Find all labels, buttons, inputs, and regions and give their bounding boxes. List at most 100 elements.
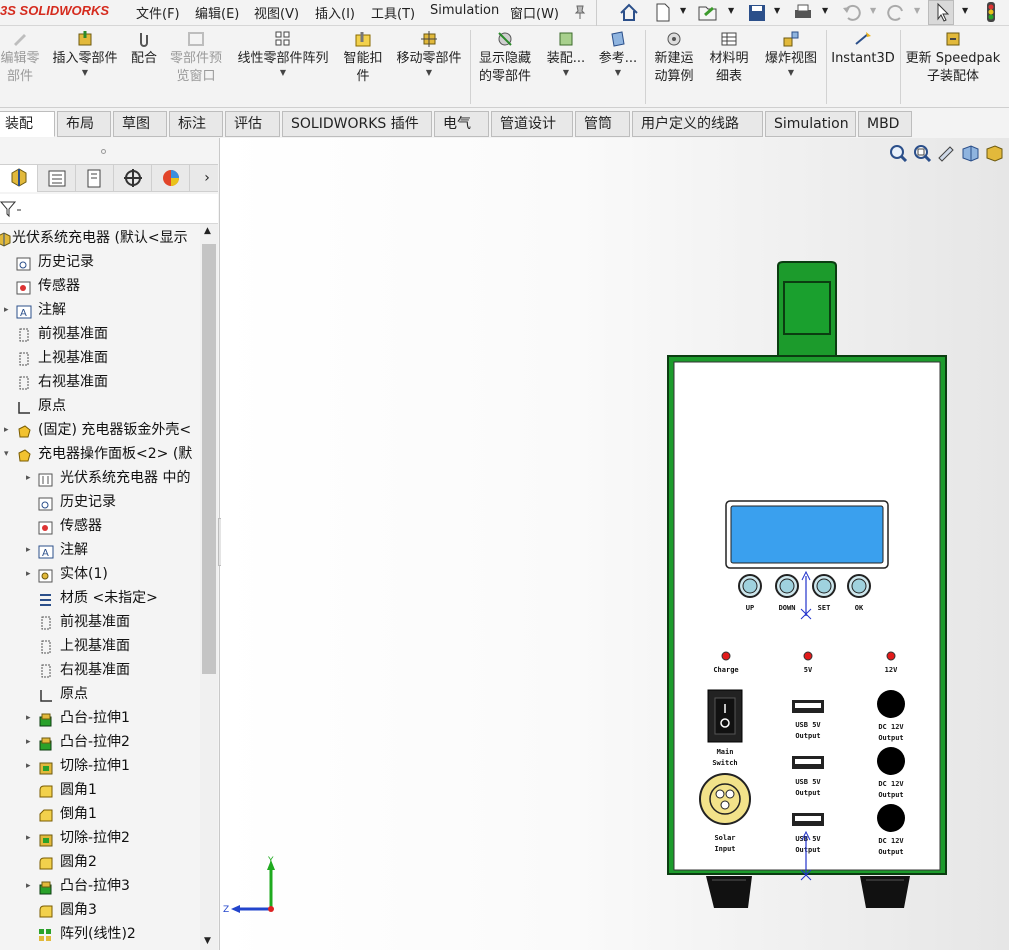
bill-of-materials-button[interactable]: 材料明 细表 [704,30,754,86]
tree-item[interactable]: ▸ A 注解 [0,298,200,322]
expand-chevron-icon[interactable]: ▸ [26,466,31,490]
expand-chevron-icon[interactable]: ▸ [26,730,31,754]
expand-chevron-icon[interactable]: ▸ [26,754,31,778]
open-icon[interactable] [696,2,720,22]
tree-item[interactable]: ▸ 实体(1) [0,562,200,586]
tab-sketch[interactable]: 草图 [113,111,167,137]
move-component-dropdown-icon[interactable]: ▼ [392,68,466,78]
menu-insert[interactable]: 插入(I) [315,3,355,22]
rebuild-traffic-light-icon[interactable] [982,0,1000,24]
expand-chevron-icon[interactable]: ▸ [26,706,31,730]
move-component-button[interactable]: 移动零部件 ▼ [392,30,466,78]
mate-button[interactable]: 配合 [128,30,160,68]
menu-edit[interactable]: 编辑(E) [195,3,239,22]
tab-tubing[interactable]: 管筒 [575,111,630,137]
solidworks-logo[interactable]: 3S SOLIDWORKS [0,3,109,18]
scroll-down-icon[interactable]: ▼ [204,936,211,946]
reference-geometry-button[interactable]: 参考... ▼ [596,30,640,78]
open-dropdown-icon[interactable]: ▼ [728,6,734,15]
undo-icon[interactable] [840,2,862,22]
charger-model[interactable]: UP DOWN SET OK Charge 5V 12V Main Switch… [660,258,960,918]
tree-item[interactable]: 材质 <未指定> [0,586,200,610]
tabs-more-chevron-icon[interactable]: › [196,165,218,192]
tree-filter-bar[interactable] [0,194,218,224]
show-hidden-components-button[interactable]: 显示隐藏 的零部件 [474,30,536,86]
tree-item[interactable]: 历史记录 [0,490,200,514]
up-button[interactable] [738,574,762,598]
view-orientation-icon[interactable] [984,144,1004,162]
print-dropdown-icon[interactable]: ▼ [822,6,828,15]
select-tool-button[interactable] [928,0,954,25]
scroll-up-icon[interactable]: ▲ [204,226,211,236]
tab-property-manager[interactable] [38,165,76,192]
instant3d-button[interactable]: Instant3D [830,30,896,68]
tree-item[interactable]: ▾ 充电器操作面板<2> (默 [0,442,200,466]
expand-chevron-icon[interactable]: ▸ [4,418,9,442]
insert-component-button[interactable]: 插入零部件 ▼ [48,30,122,78]
exploded-view-dropdown-icon[interactable]: ▼ [758,68,824,78]
tab-mbd[interactable]: MBD [858,111,912,137]
scrollbar-thumb[interactable] [202,244,216,674]
tab-evaluate[interactable]: 评估 [225,111,280,137]
tree-item[interactable]: 右视基准面 [0,370,200,394]
tree-item[interactable]: 阵列(线性)2 [0,922,200,946]
zoom-to-fit-icon[interactable] [888,144,908,162]
smart-fasteners-button[interactable]: 智能扣件 [340,30,386,86]
tab-feature-tree[interactable] [0,165,38,192]
select-dropdown-icon[interactable]: ▼ [962,6,968,15]
home-icon[interactable] [618,2,640,22]
assembly-dropdown-icon[interactable]: ▼ [540,68,592,78]
new-dropdown-icon[interactable]: ▼ [680,6,686,15]
tab-electrical[interactable]: 电气 [434,111,489,137]
tree-item[interactable]: 历史记录 [0,250,200,274]
tree-item[interactable]: 原点 [0,682,200,706]
tree-item[interactable]: ▸ (固定) 充电器钣金外壳< [0,418,200,442]
tree-item[interactable]: 原点 [0,394,200,418]
tab-dimxpert-manager[interactable] [114,165,152,192]
tab-assembly[interactable]: 装配体 [0,111,55,156]
undo-dropdown-icon[interactable]: ▼ [870,6,876,15]
previous-view-icon[interactable] [936,144,956,162]
menu-view[interactable]: 视图(V) [254,3,299,22]
tree-item[interactable]: 倒角1 [0,802,200,826]
menu-window[interactable]: 窗口(W) [510,3,559,22]
tab-configuration-manager[interactable] [76,165,114,192]
tree-item[interactable]: 前视基准面 [0,322,200,346]
expand-chevron-icon[interactable]: ▸ [26,562,31,586]
exploded-view-button[interactable]: 爆炸视图 ▼ [758,30,824,78]
tree-item[interactable]: ▸ 光伏系统充电器 中的 [0,466,200,490]
menu-tools[interactable]: 工具(T) [371,3,415,22]
menu-simulation[interactable]: Simulation [430,3,499,18]
tree-item[interactable]: 传感器 [0,274,200,298]
tree-item[interactable]: ▾光伏系统充电器 (默认<显示 [0,226,200,250]
component-preview-button[interactable]: 零部件预 览窗口 [166,30,226,86]
pin-icon[interactable] [572,4,588,20]
tab-solidworks-addins[interactable]: SOLIDWORKS 插件 [282,111,432,137]
tree-item[interactable]: 右视基准面 [0,658,200,682]
update-speedpak-button[interactable]: 更新 Speedpak 子装配体 [903,30,1003,86]
tab-display-manager[interactable] [152,165,190,192]
ok-button[interactable] [847,574,871,598]
collapse-chevron-icon[interactable]: ▾ [4,442,9,466]
expand-chevron-icon[interactable]: ▸ [26,538,31,562]
tab-markup[interactable]: 标注 [169,111,223,137]
edit-component-button[interactable]: 编辑零 部件 [0,30,40,86]
panel-grip[interactable] [0,138,218,164]
print-icon[interactable] [792,2,814,22]
menu-file[interactable]: 文件(F) [136,3,180,22]
down-button[interactable] [775,574,799,598]
tree-item[interactable]: 圆角3 [0,898,200,922]
tree-item[interactable]: 圆角2 [0,850,200,874]
set-button[interactable] [812,574,836,598]
save-icon[interactable] [746,2,768,22]
tree-item[interactable]: ▸ 切除-拉伸2 [0,826,200,850]
expand-chevron-icon[interactable]: ▸ [26,826,31,850]
section-view-icon[interactable] [960,144,980,162]
tree-item[interactable]: ▸ 凸台-拉伸2 [0,730,200,754]
linear-pattern-dropdown-icon[interactable]: ▼ [232,68,334,78]
linear-pattern-button[interactable]: 线性零部件阵列 ▼ [232,30,334,78]
tab-simulation[interactable]: Simulation [765,111,856,137]
insert-component-dropdown-icon[interactable]: ▼ [48,68,122,78]
tree-item[interactable]: 上视基准面 [0,634,200,658]
tree-item[interactable]: ▸ 凸台-拉伸3 [0,874,200,898]
